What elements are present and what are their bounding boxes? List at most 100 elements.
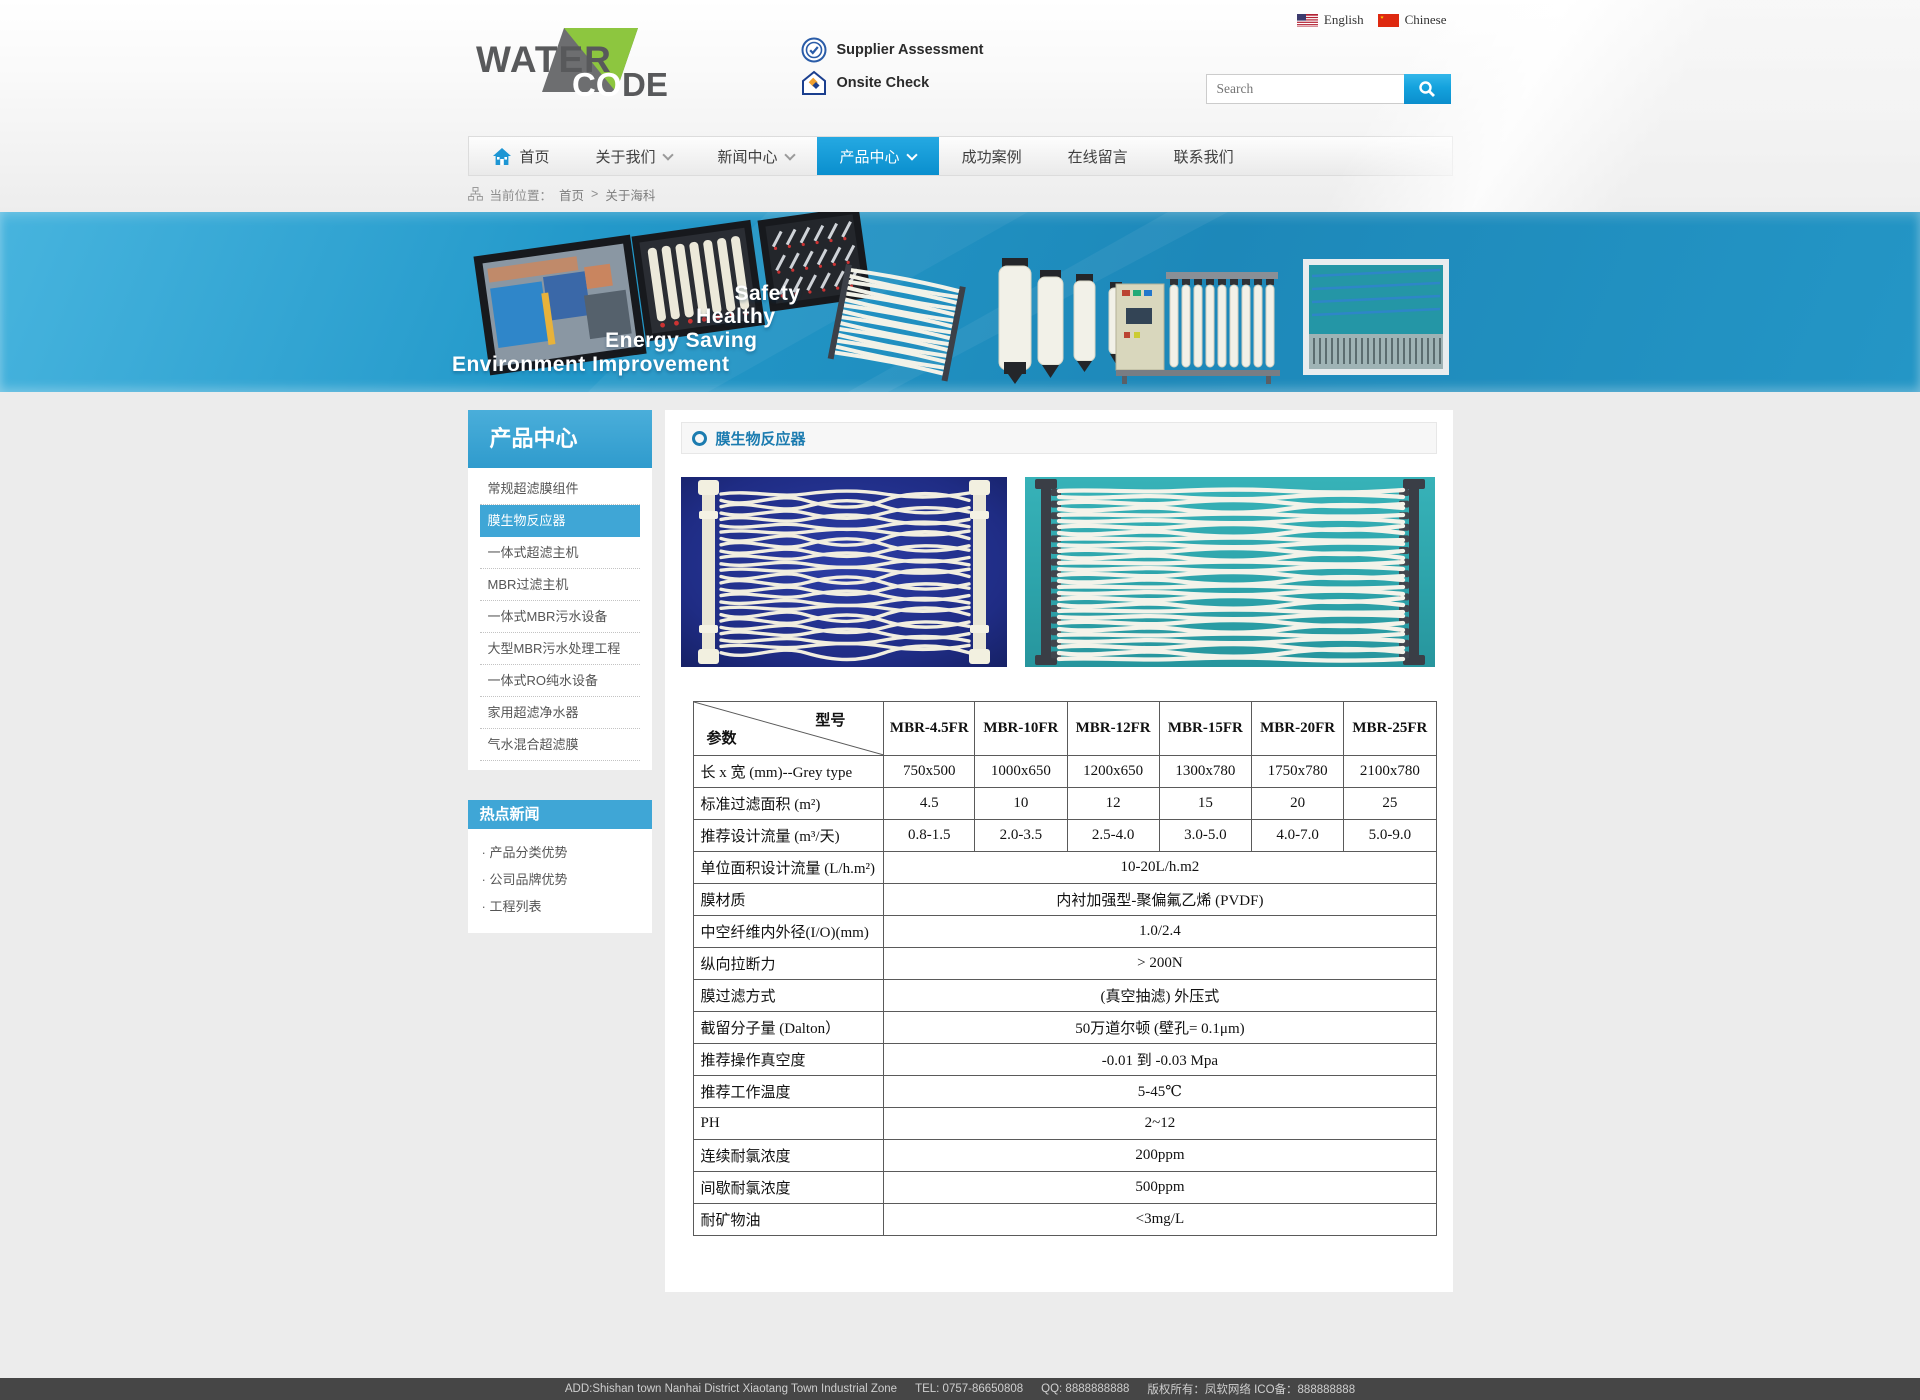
- sidebar-item-4[interactable]: MBR过滤主机: [480, 569, 640, 601]
- nav-item-6[interactable]: 在线留言: [1045, 137, 1151, 175]
- nav-item-4[interactable]: 产品中心: [817, 137, 939, 175]
- nav-item-label: 关于我们: [596, 146, 656, 167]
- nav-item-label: 联系我们: [1174, 146, 1234, 167]
- product-photo-membrane-blue: [681, 477, 1007, 667]
- value-cell-span: 2~12: [884, 1108, 1436, 1140]
- sidebar-item-8[interactable]: 家用超滤净水器: [480, 697, 640, 729]
- value-cell-span: (真空抽滤) 外压式: [884, 980, 1436, 1012]
- value-cell-span: -0.01 到 -0.03 Mpa: [884, 1044, 1436, 1076]
- chevron-down-icon: [662, 149, 673, 160]
- model-header-6: MBR-25FR: [1344, 702, 1436, 756]
- onsite-check-badge[interactable]: Onsite Check: [801, 66, 984, 99]
- value-cell: 750x500: [884, 756, 975, 788]
- banner-slogan-energy: Energy Saving: [605, 329, 757, 353]
- value-cell: 0.8-1.5: [884, 820, 975, 852]
- search-button[interactable]: [1404, 74, 1451, 104]
- sitemap-icon: [468, 187, 483, 201]
- sidebar-item-1[interactable]: 常规超滤膜组件: [480, 473, 640, 505]
- sidebar-item-6[interactable]: 大型MBR污水处理工程: [480, 633, 640, 665]
- hot-news-item-2[interactable]: 公司品牌优势: [468, 866, 652, 893]
- nav-item-label: 在线留言: [1068, 146, 1128, 167]
- sidebar-item-5[interactable]: 一体式MBR污水设备: [480, 601, 640, 633]
- breadcrumb-current: 关于海科: [605, 185, 655, 204]
- param-cell-7: 纵向拉断力: [693, 948, 884, 980]
- nav-item-label: 新闻中心: [718, 146, 778, 167]
- value-cell: 4.5: [884, 788, 975, 820]
- search-box: [1206, 74, 1451, 104]
- param-cell-5: 膜材质: [693, 884, 884, 916]
- lang-chinese-label: Chinese: [1405, 12, 1447, 28]
- main-panel: 膜生物反应器: [665, 410, 1453, 1292]
- page: WATER CO DE Supplier Assessment: [0, 0, 1920, 1400]
- banner-slogan-healthy: Healthy: [696, 305, 775, 329]
- value-cell: 1750x780: [1251, 756, 1343, 788]
- value-cell-span: 50万道尔顿 (壁孔= 0.1μm): [884, 1012, 1436, 1044]
- search-icon: [1418, 80, 1436, 98]
- onsite-check-icon: [801, 70, 827, 96]
- breadcrumb-prefix: 当前位置：: [490, 185, 553, 204]
- language-switcher: English Chinese: [1297, 12, 1447, 28]
- logo-text-de: DE: [622, 66, 668, 100]
- breadcrumb-home-link[interactable]: 首页: [559, 185, 584, 204]
- hot-news-item-1[interactable]: 产品分类优势: [468, 839, 652, 866]
- value-cell: 5.0-9.0: [1344, 820, 1436, 852]
- sidebar-item-7[interactable]: 一体式RO纯水设备: [480, 665, 640, 697]
- logo[interactable]: WATER CO DE: [476, 22, 688, 105]
- supplier-assessment-icon: [801, 37, 827, 63]
- logo-text-co: CO: [572, 66, 622, 100]
- breadcrumb-separator: >: [591, 187, 598, 201]
- home-icon: [492, 147, 512, 166]
- product-photos: [681, 477, 1437, 667]
- hero-banner: Safety Healthy Energy Saving Environment…: [0, 212, 1920, 392]
- value-cell: 10: [975, 788, 1067, 820]
- value-cell: 20: [1251, 788, 1343, 820]
- param-cell-8: 膜过滤方式: [693, 980, 884, 1012]
- onsite-check-label: Onsite Check: [837, 75, 930, 91]
- banner-slogan-safety: Safety: [734, 282, 800, 306]
- nav-item-7[interactable]: 联系我们: [1151, 137, 1257, 175]
- value-cell: 2.0-3.5: [975, 820, 1067, 852]
- value-cell: 2.5-4.0: [1067, 820, 1159, 852]
- hot-news-item-3[interactable]: 工程列表: [468, 893, 652, 920]
- nav-item-5[interactable]: 成功案例: [939, 137, 1045, 175]
- value-cell-span: 内衬加强型-聚偏氟乙烯 (PVDF): [884, 884, 1436, 916]
- nav-item-3[interactable]: 新闻中心: [695, 137, 817, 175]
- chevron-down-icon: [906, 149, 917, 160]
- value-cell: 3.0-5.0: [1159, 820, 1251, 852]
- param-cell-6: 中空纤维内外径(I/O)(mm): [693, 916, 884, 948]
- value-cell-span: 1.0/2.4: [884, 916, 1436, 948]
- lang-chinese[interactable]: Chinese: [1378, 12, 1447, 28]
- sidebar-item-2[interactable]: 膜生物反应器: [480, 505, 640, 537]
- param-cell-9: 截留分子量 (Dalton）: [693, 1012, 884, 1044]
- page-title: 膜生物反应器: [716, 428, 806, 449]
- breadcrumb: 当前位置： 首页 > 关于海科: [468, 176, 1453, 212]
- title-bullet-icon: [692, 431, 707, 446]
- footer-qq: QQ: 8888888888: [1041, 1383, 1129, 1395]
- value-cell-span: 200ppm: [884, 1140, 1436, 1172]
- sidebar-item-9[interactable]: 气水混合超滤膜: [480, 729, 640, 761]
- product-center-header: 产品中心: [468, 410, 652, 468]
- main-nav: 首页 关于我们 新闻中心 产品中心成功案例 在线留言 联系我们: [468, 136, 1453, 176]
- nav-item-2[interactable]: 关于我们: [573, 137, 695, 175]
- value-cell-span: 5-45℃: [884, 1076, 1436, 1108]
- logo-graphic: WATER CO DE: [476, 22, 688, 100]
- supplier-assessment-label: Supplier Assessment: [837, 42, 984, 58]
- supplier-assessment-badge[interactable]: Supplier Assessment: [801, 33, 984, 66]
- value-cell: 2100x780: [1344, 756, 1436, 788]
- nav-item-1[interactable]: 首页: [469, 137, 573, 175]
- certification-badges: Supplier Assessment Onsite Check: [801, 33, 984, 99]
- value-cell: 12: [1067, 788, 1159, 820]
- param-cell-10: 推荐操作真空度: [693, 1044, 884, 1076]
- footer-tel: TEL: 0757-86650808: [915, 1383, 1023, 1395]
- cn-flag-icon: [1378, 14, 1399, 27]
- lang-english[interactable]: English: [1297, 12, 1364, 28]
- lang-english-label: English: [1324, 12, 1364, 28]
- site-header: WATER CO DE Supplier Assessment: [0, 0, 1920, 212]
- param-cell-15: 耐矿物油: [693, 1204, 884, 1236]
- hot-news-header: 热点新闻: [468, 800, 652, 829]
- param-cell-12: PH: [693, 1108, 884, 1140]
- sidebar-item-3[interactable]: 一体式超滤主机: [480, 537, 640, 569]
- chevron-down-icon: [784, 149, 795, 160]
- param-cell-2: 标准过滤面积 (m²): [693, 788, 884, 820]
- search-input[interactable]: [1206, 74, 1404, 104]
